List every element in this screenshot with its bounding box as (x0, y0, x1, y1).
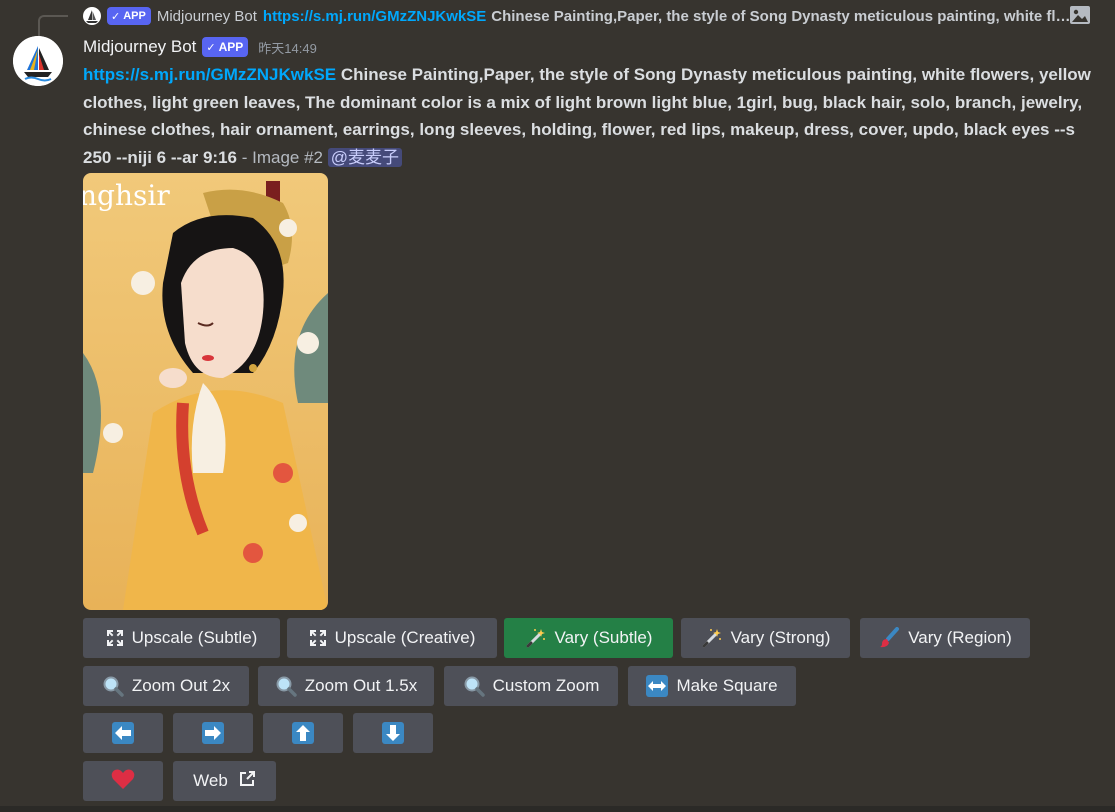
expand-arrows-icon (309, 629, 327, 647)
app-badge: ✓ APP (202, 37, 249, 57)
magnifier-icon (102, 675, 124, 697)
magic-wand-icon (701, 627, 723, 649)
arrow-up-icon (292, 722, 314, 744)
custom-zoom-button[interactable]: Custom Zoom (444, 666, 618, 706)
message-header: Midjourney Bot ✓ APP 昨天14:49 (83, 35, 317, 59)
magnifier-icon (463, 675, 485, 697)
image-icon (1069, 5, 1091, 25)
reply-app-badge: ✓ APP (107, 7, 151, 25)
timestamp[interactable]: 昨天14:49 (258, 38, 317, 57)
pan-right-button[interactable] (173, 713, 253, 753)
verified-check-icon: ✓ (206, 41, 216, 54)
user-mention[interactable]: @麦麦子 (327, 147, 403, 167)
arrow-right-icon (202, 722, 224, 744)
reply-avatar[interactable] (83, 7, 101, 25)
vary-strong-button[interactable]: Vary (Strong) (681, 618, 850, 658)
pan-up-button[interactable] (263, 713, 343, 753)
pan-left-button[interactable] (83, 713, 163, 753)
upscale-subtle-button[interactable]: Upscale (Subtle) (83, 618, 280, 658)
zoom-out-2x-button[interactable]: Zoom Out 2x (83, 666, 249, 706)
favorite-button[interactable] (83, 761, 163, 801)
reply-link[interactable]: https://s.mj.run/GMzZNJKwkSE (263, 8, 486, 25)
image-number: - Image #2 (241, 147, 324, 167)
vary-subtle-button[interactable]: Vary (Subtle) (504, 618, 673, 658)
pan-down-button[interactable] (353, 713, 433, 753)
left-right-arrow-icon (646, 675, 669, 697)
heart-icon (111, 768, 135, 795)
vary-region-button[interactable]: Vary (Region) (860, 618, 1030, 658)
reply-text[interactable]: Chinese Painting,Paper, the style of Son… (491, 8, 1073, 25)
arrow-left-icon (112, 722, 134, 744)
generated-image[interactable]: nghsir (83, 173, 328, 610)
reply-author[interactable]: Midjourney Bot (157, 8, 257, 25)
arrow-down-icon (382, 722, 404, 744)
poster-title: nghsir (83, 179, 170, 212)
reply-connector (38, 15, 68, 37)
magic-wand-icon (525, 627, 547, 649)
author-name[interactable]: Midjourney Bot (83, 37, 196, 57)
external-link-icon (238, 770, 256, 793)
upscale-creative-button[interactable]: Upscale (Creative) (287, 618, 497, 658)
zoom-out-1-5x-button[interactable]: Zoom Out 1.5x (258, 666, 434, 706)
make-square-button[interactable]: Make Square (628, 666, 796, 706)
paintbrush-icon (878, 627, 900, 649)
prompt-link[interactable]: https://s.mj.run/GMzZNJKwkSE (83, 65, 336, 84)
web-link-button[interactable]: Web (173, 761, 276, 801)
magnifier-icon (275, 675, 297, 697)
author-avatar[interactable] (13, 36, 63, 86)
verified-check-icon: ✓ (111, 10, 121, 23)
reply-preview[interactable]: ✓ APP Midjourney Bot https://s.mj.run/GMz… (83, 5, 1073, 27)
bottom-divider (0, 806, 1115, 812)
message-content: https://s.mj.run/GMzZNJKwkSE Chinese Pai… (83, 61, 1103, 171)
expand-arrows-icon (106, 629, 124, 647)
